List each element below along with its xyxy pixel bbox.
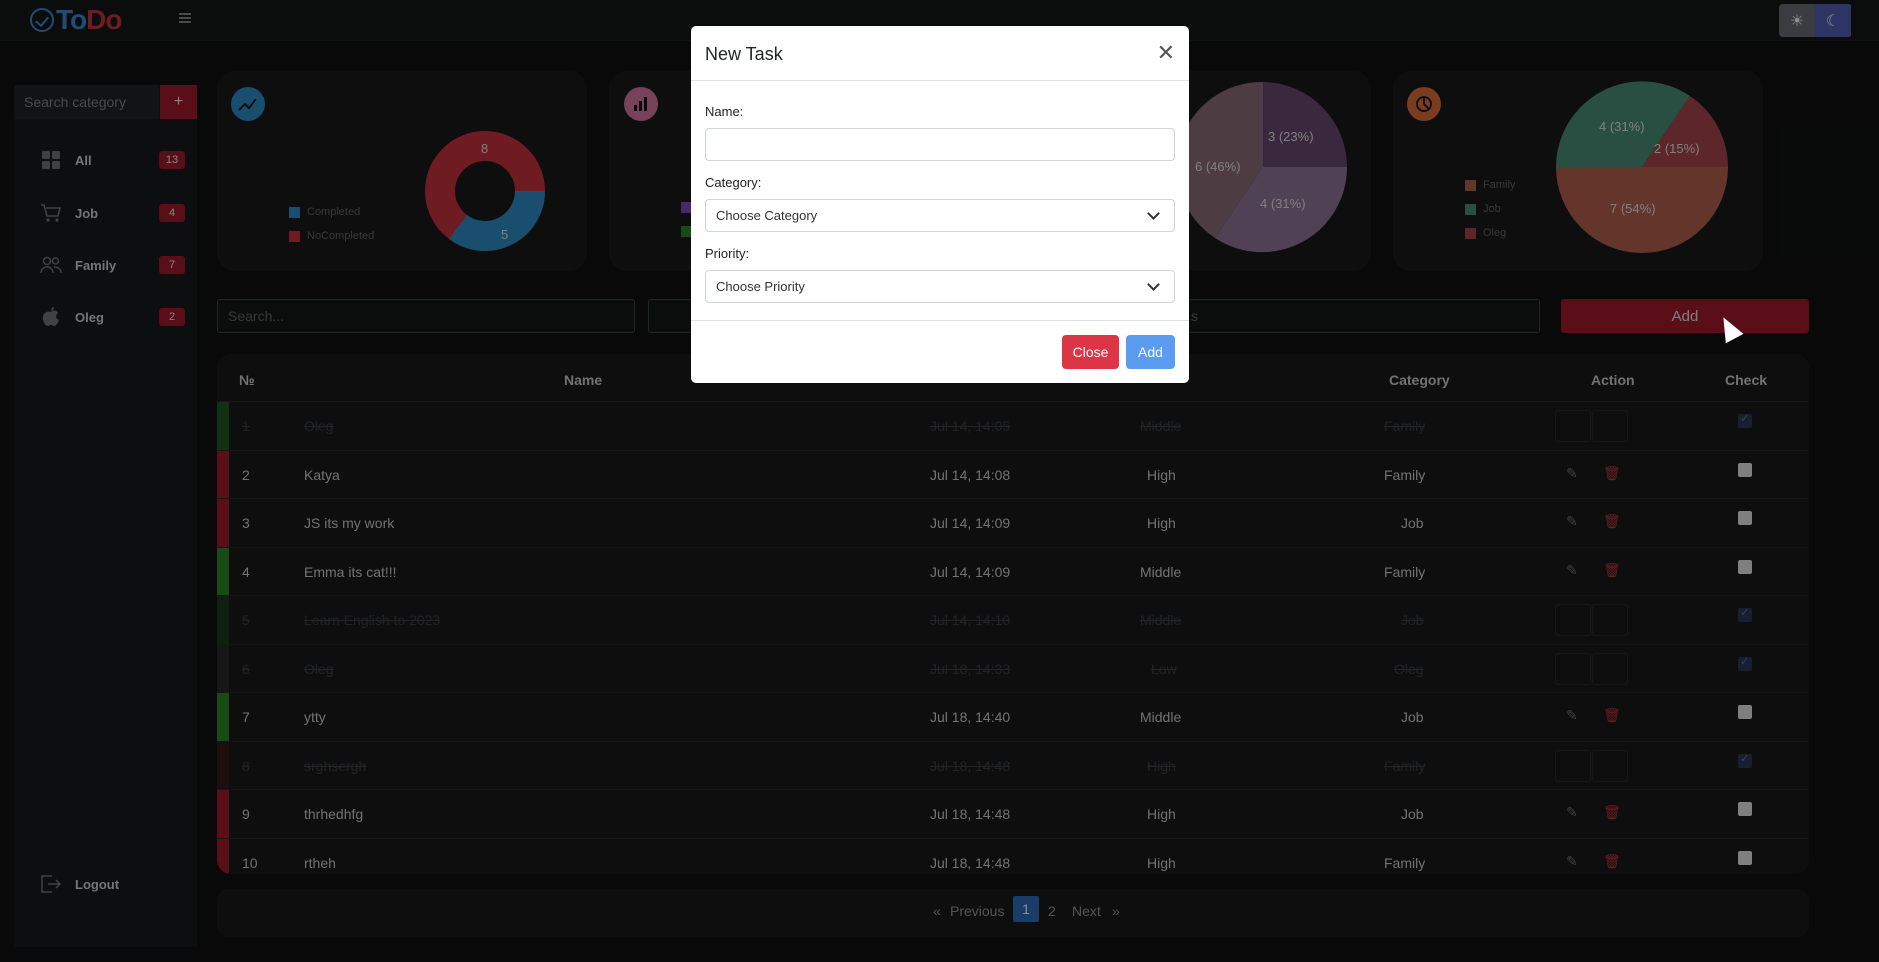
modal-title: New Task: [705, 44, 783, 64]
divider: [691, 320, 1189, 321]
name-label: Name:: [705, 104, 744, 119]
priority-select[interactable]: Choose Priority: [705, 270, 1175, 303]
modal-add-button[interactable]: Add: [1126, 335, 1175, 369]
close-icon[interactable]: ✕: [1157, 40, 1175, 66]
priority-label: Priority:: [705, 246, 750, 261]
new-task-modal: New Task ✕ Name: Category: Choose Catego…: [691, 26, 1189, 383]
category-label: Category:: [705, 175, 762, 190]
category-select[interactable]: Choose Category: [705, 199, 1175, 232]
divider: [691, 80, 1189, 81]
close-button[interactable]: Close: [1062, 335, 1119, 369]
task-name-input[interactable]: [705, 128, 1175, 161]
